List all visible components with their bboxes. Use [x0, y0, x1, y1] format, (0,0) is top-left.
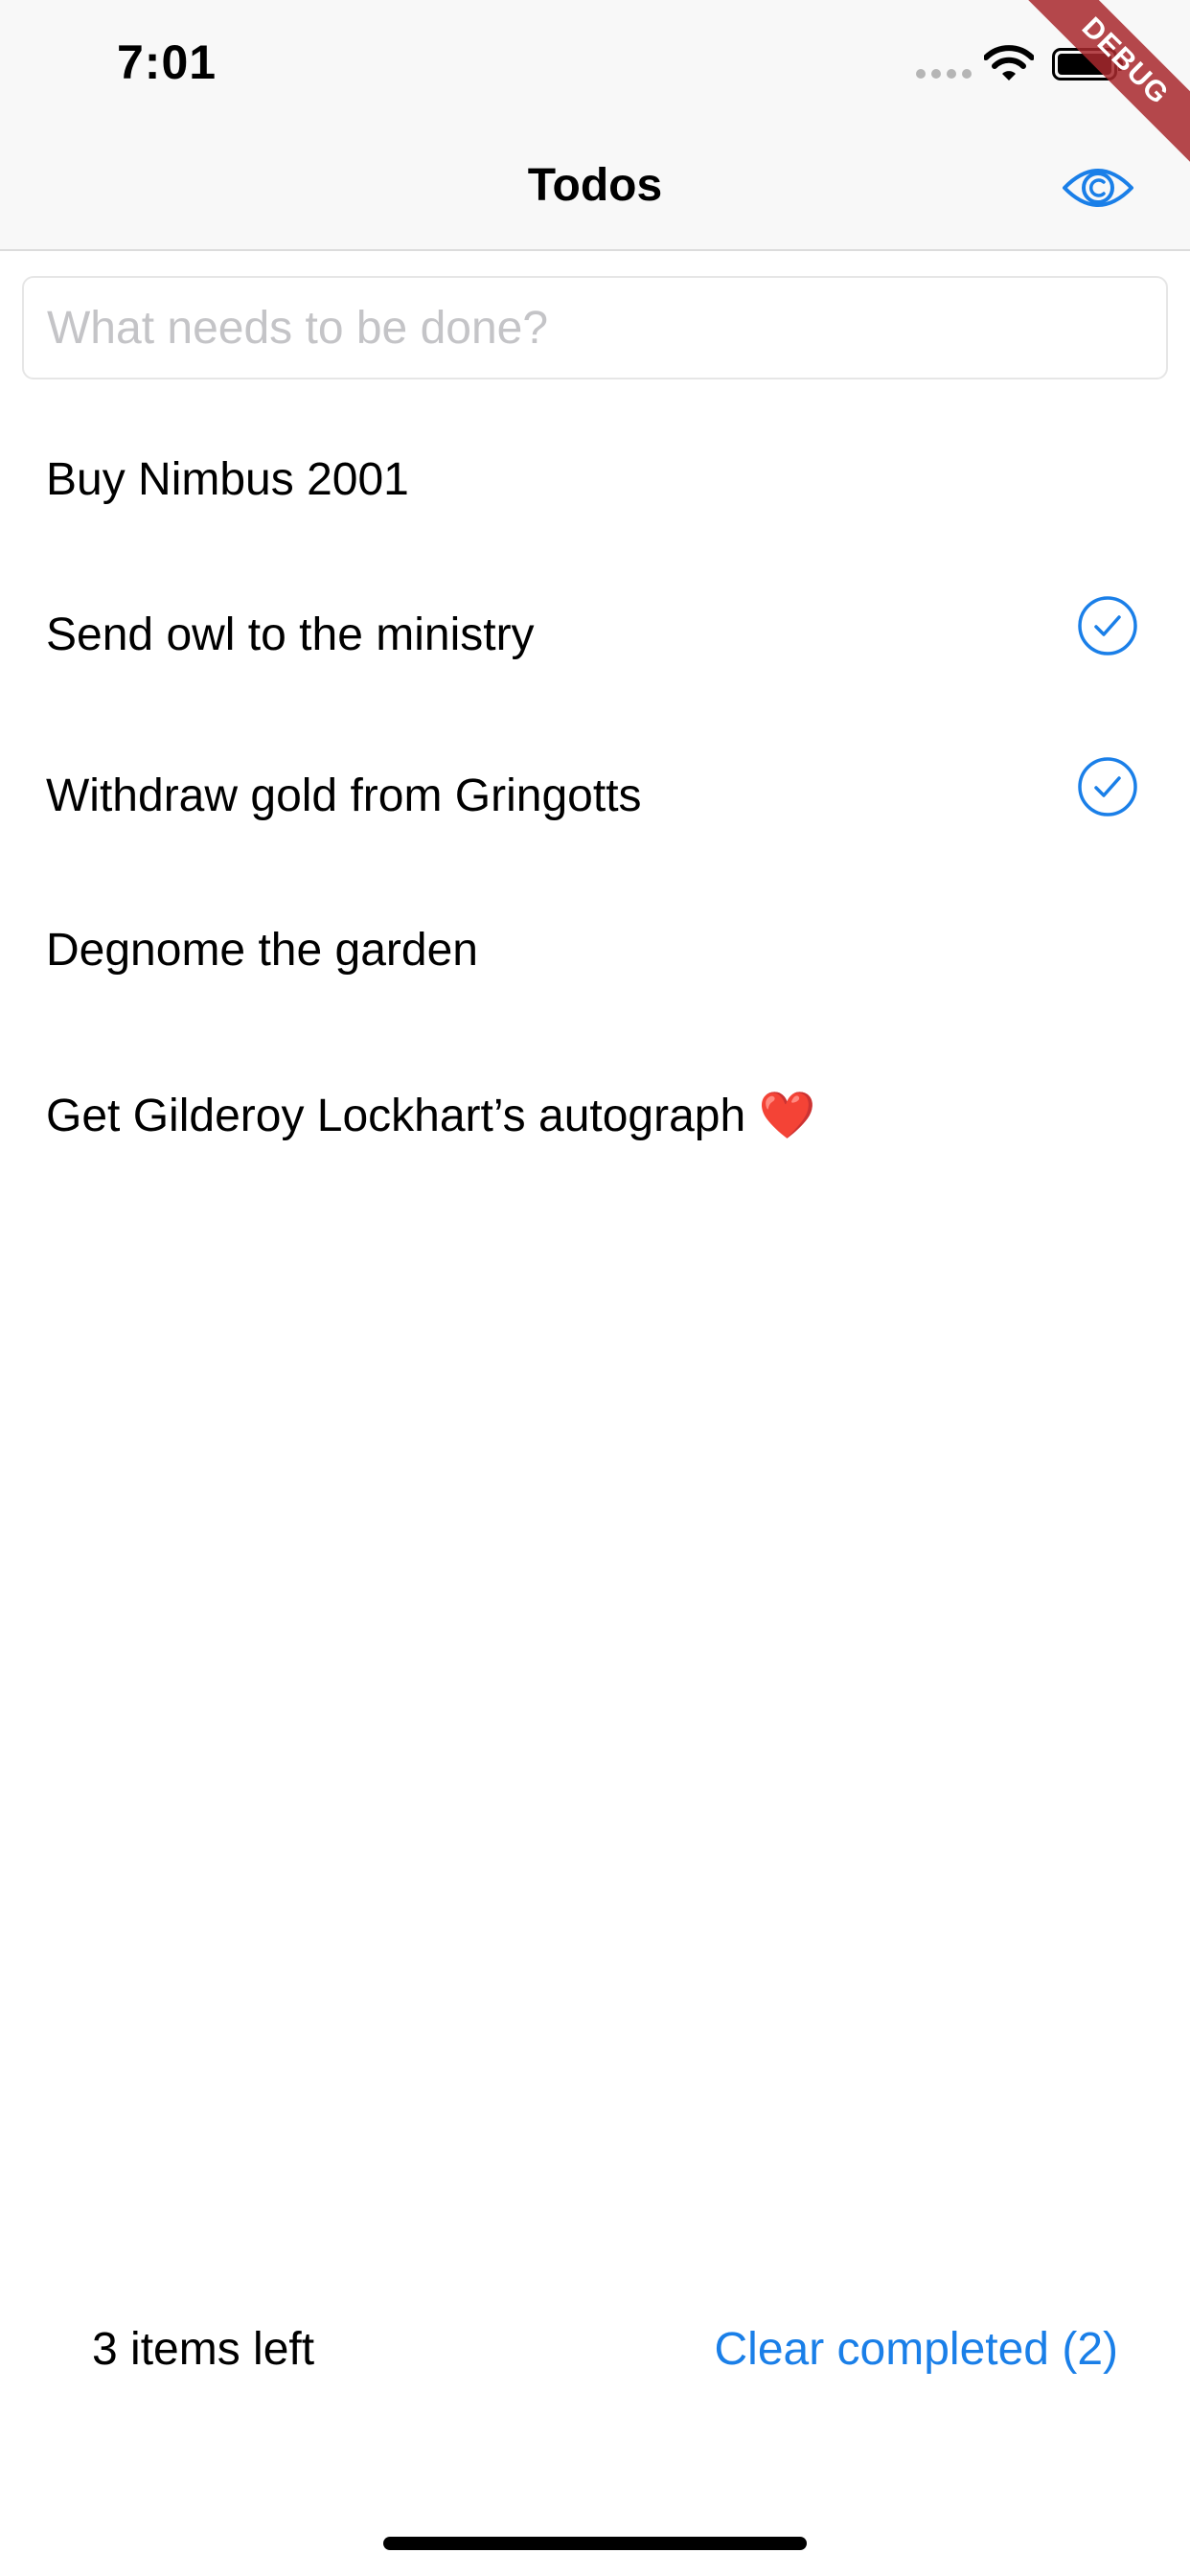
todo-item[interactable]: Degnome the garden [0, 876, 1190, 1020]
todo-label: Get Gilderoy Lockhart’s autograph ❤️ [46, 1091, 816, 1141]
status-bar: 7:01 [0, 0, 1190, 132]
todo-item[interactable]: Buy Nimbus 2001 [0, 405, 1190, 549]
checkmark-circle-icon[interactable] [1076, 594, 1139, 657]
todo-label: Withdraw gold from Gringotts [46, 770, 642, 821]
new-todo-input[interactable] [24, 278, 1166, 378]
page-title: Todos [527, 160, 663, 211]
new-todo-field [22, 276, 1168, 380]
wifi-icon [984, 45, 1034, 80]
todo-item[interactable]: Get Gilderoy Lockhart’s autograph ❤️ [0, 1040, 1190, 1184]
items-left-count: 3 items left [92, 2324, 315, 2375]
cellular-signal-icon [916, 69, 972, 79]
checkmark-circle-icon[interactable] [1076, 755, 1139, 818]
todo-label: Buy Nimbus 2001 [46, 454, 409, 505]
clear-completed-button[interactable]: Clear completed (2) [715, 2323, 1119, 2376]
home-indicator[interactable] [383, 2537, 807, 2550]
navigation-bar: Todos [0, 132, 1190, 251]
todo-label: Degnome the garden [46, 925, 478, 976]
eye-icon[interactable] [1062, 159, 1134, 217]
todo-label: Send owl to the ministry [46, 610, 535, 660]
status-time: 7:01 [117, 35, 217, 89]
todo-item[interactable]: Withdraw gold from Gringotts [0, 722, 1190, 865]
todo-item[interactable]: Send owl to the ministry [0, 561, 1190, 704]
